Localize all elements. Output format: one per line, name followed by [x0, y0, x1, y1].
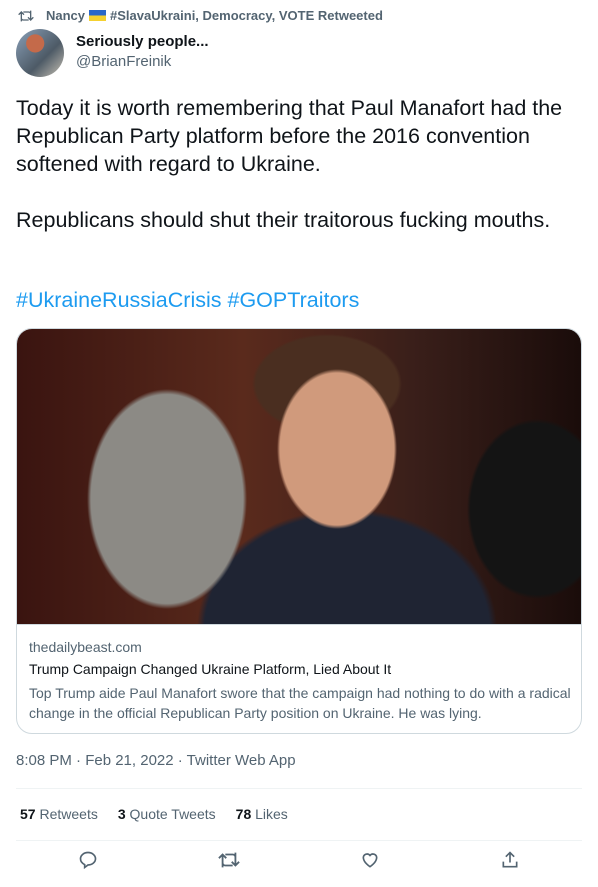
quote-tweets-count[interactable]: 3 Quote Tweets [118, 806, 216, 822]
retweet-icon[interactable] [218, 850, 240, 875]
reply-icon[interactable] [78, 850, 98, 875]
author-name[interactable]: Seriously people... [76, 33, 209, 50]
like-icon[interactable] [360, 850, 380, 875]
share-icon[interactable] [500, 850, 520, 875]
card-description: Top Trump aide Paul Manafort swore that … [29, 685, 571, 721]
author-handle[interactable]: @BrianFreinik [76, 53, 171, 70]
retweet-context-text: #SlavaUkraini, Democracy, VOTE Retweeted [110, 8, 383, 23]
hashtag-link[interactable]: #GOPTraitors [228, 288, 360, 312]
hashtag-link[interactable]: #UkraineRussiaCrisis [16, 288, 222, 312]
divider [16, 840, 582, 841]
card-domain: thedailybeast.com [29, 639, 142, 655]
divider [16, 788, 582, 789]
retweets-count[interactable]: 57 Retweets [20, 806, 98, 822]
tweet-text: Today it is worth remembering that Paul … [16, 96, 563, 232]
card-image [17, 329, 581, 625]
tweet-stats: 57 Retweets 3 Quote Tweets 78 Likes [20, 806, 288, 822]
retweet-context[interactable]: Nancy #SlavaUkraini, Democracy, VOTE Retw… [18, 8, 383, 23]
hashtags: #UkraineRussiaCrisis #GOPTraitors [16, 288, 365, 313]
card-title: Trump Campaign Changed Ukraine Platform,… [29, 661, 392, 677]
likes-count[interactable]: 78 Likes [236, 806, 288, 822]
retweet-icon [18, 10, 34, 21]
ukraine-flag-icon [89, 10, 107, 21]
avatar[interactable] [16, 29, 64, 77]
retweeter-name: Nancy [46, 8, 86, 23]
tweet-timestamp[interactable]: 8:08 PM · Feb 21, 2022 · Twitter Web App [16, 752, 296, 769]
link-card[interactable]: thedailybeast.com Trump Campaign Changed… [16, 328, 582, 734]
